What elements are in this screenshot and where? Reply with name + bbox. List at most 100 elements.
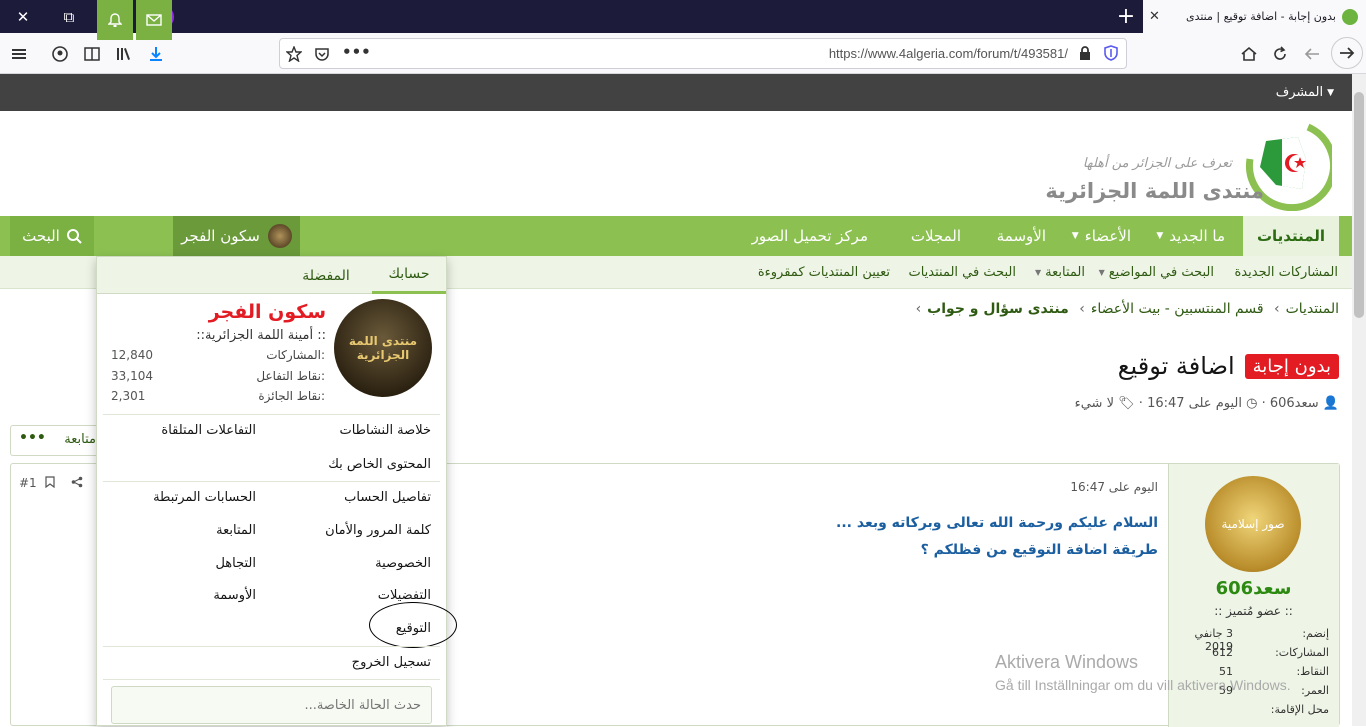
detail-key: محل الإقامة:	[1270, 703, 1329, 716]
account-username[interactable]: سكون الفجر	[209, 301, 326, 323]
stat-value: 33,104	[111, 369, 153, 383]
new-tab-button[interactable]: +	[1112, 0, 1140, 33]
url-bar[interactable]: ••• https://www.4algeria.com/forum/t/493…	[279, 38, 1127, 69]
bookmark-star-icon[interactable]	[285, 45, 303, 66]
menu-item-password-security[interactable]: كلمة المرور والأمان	[325, 523, 431, 538]
search-button[interactable]: البحث	[10, 216, 94, 256]
menu-item-preferences[interactable]: التفضيلات	[378, 588, 431, 603]
post-username[interactable]: سعد606	[1168, 578, 1339, 599]
nav-medals[interactable]: الأوسمة	[997, 216, 1046, 256]
menu-icon[interactable]	[3, 33, 35, 74]
menu-item-privacy[interactable]: الخصوصية	[375, 556, 431, 571]
thread-title-row: بدون إجابة اضافة توقيع	[1118, 352, 1339, 380]
page-title: اضافة توقيع	[1117, 352, 1235, 380]
subnav-watched[interactable]: المتابعة ▼	[1035, 256, 1085, 289]
breadcrumb-members-section[interactable]: قسم المنتسبين - بيت الأعضاء	[1091, 301, 1264, 317]
avatar	[267, 224, 292, 248]
stat-label: المشاركات:	[266, 348, 325, 362]
browser-tab[interactable]: بدون إجابة - اضافة توقيع | منتدى ✕	[1143, 0, 1366, 33]
caret-down-icon: ▼	[1035, 268, 1042, 277]
search-label: البحث	[22, 227, 60, 245]
nav-forums[interactable]: المنتديات	[1243, 216, 1339, 256]
nav-image-center[interactable]: مركز تحميل الصور	[752, 216, 868, 256]
menu-item-ignoring[interactable]: التجاهل	[215, 556, 256, 571]
logo-text: منتدى اللمة الجزائرية	[1045, 179, 1264, 203]
url-text[interactable]: https://www.4algeria.com/forum/t/493581/	[829, 39, 1068, 68]
chevron-left-icon: ›	[1274, 301, 1280, 317]
post-date[interactable]: اليوم على 16:47	[1070, 480, 1158, 494]
breadcrumb-qa-forum[interactable]: منتدى سؤال و جواب	[927, 301, 1069, 317]
account-icon[interactable]	[44, 33, 76, 74]
chevron-left-icon: ›	[1079, 301, 1085, 317]
scrollbar-thumb[interactable]	[1354, 92, 1364, 318]
stat-label: نقاط الجائزة:	[258, 389, 325, 403]
detail-key: العمر:	[1301, 684, 1329, 697]
tab-close-button[interactable]: ✕	[1149, 0, 1160, 33]
subnav-new-posts[interactable]: المشاركات الجديدة	[1235, 256, 1339, 289]
account-stat: نقاط الجائزة: 2,301	[111, 389, 325, 409]
avatar[interactable]: منتدى اللمة الجزائرية	[334, 299, 432, 397]
back-arrow-icon[interactable]	[1331, 37, 1363, 69]
menu-item-your-content[interactable]: المحتوى الخاص بك	[328, 457, 431, 472]
page-actions-icon[interactable]: •••	[342, 43, 371, 61]
subnav-search-forums[interactable]: البحث في المنتديات	[908, 256, 1016, 289]
stat-value: 2,301	[111, 389, 146, 403]
staff-bar: المشرف ▼	[0, 74, 1352, 111]
avatar-caption: منتدى اللمة الجزائرية	[348, 334, 418, 362]
nav-members-label: الأعضاء	[1084, 227, 1131, 245]
share-icon[interactable]	[71, 476, 83, 491]
user-menu-button[interactable]: سكون الفجر	[173, 216, 300, 256]
detail-key: المشاركات:	[1275, 646, 1329, 659]
forward-arrow-icon[interactable]	[1296, 33, 1328, 74]
tab-account[interactable]: حسابك	[372, 257, 446, 294]
windows-activation-text: Gå till Inställningar om du vill aktiver…	[995, 677, 1291, 693]
account-stat: المشاركات: 12,840	[111, 348, 325, 368]
nav-members[interactable]: الأعضاء ▼	[1072, 216, 1131, 256]
more-options-icon[interactable]: •••	[19, 430, 46, 446]
follow-button[interactable]: ••• متابعة	[10, 425, 105, 456]
window-restore-button[interactable]: ⧉	[46, 0, 92, 33]
tracking-protection-shield-icon[interactable]	[1104, 45, 1118, 65]
detail-value: 612	[1212, 646, 1233, 659]
alerts-button[interactable]	[97, 0, 133, 40]
conversations-button[interactable]	[136, 0, 172, 40]
subnav-mark-read[interactable]: تعيين المنتديات كمقروءة	[758, 256, 890, 289]
menu-item-account-details[interactable]: تفاصيل الحساب	[344, 490, 431, 505]
user-detail-row: إنضم: 3 جانفي 2019	[1179, 627, 1329, 653]
bookmark-icon[interactable]	[45, 476, 55, 491]
menu-item-logout[interactable]: تسجيل الخروج	[352, 655, 431, 670]
menu-item-connected-accounts[interactable]: الحسابات المرتبطة	[153, 490, 256, 505]
status-update-input[interactable]	[111, 686, 432, 724]
menu-item-following[interactable]: المتابعة	[216, 523, 256, 538]
lock-icon[interactable]	[1078, 45, 1092, 65]
reload-icon[interactable]	[1264, 33, 1296, 74]
divider	[103, 481, 440, 482]
staff-menu-button[interactable]: المشرف ▼	[1276, 74, 1334, 111]
stat-value: 12,840	[111, 348, 153, 362]
window-close-button[interactable]: ✕	[0, 0, 46, 33]
annotation-circle	[369, 602, 457, 648]
thread-meta: 👤 سعد606 · ◷ اليوم على 16:47 · 🏷 لا شيء	[1074, 396, 1339, 411]
nav-whats-new[interactable]: ما الجديد ▼	[1156, 216, 1225, 256]
subnav-search-threads[interactable]: البحث في المواضيع ▼	[1099, 256, 1214, 289]
thread-author[interactable]: سعد606	[1270, 396, 1319, 411]
menu-item-reactions-received[interactable]: التفاعلات المتلقاة	[161, 423, 256, 438]
caret-down-icon: ▼	[1098, 268, 1105, 277]
detail-key: إنضم:	[1302, 627, 1329, 640]
subnav-search-threads-label: البحث في المواضيع	[1108, 265, 1214, 280]
nav-magazines[interactable]: المجلات	[911, 216, 961, 256]
logo-tagline: تعرف على الجزائر من أهلها	[1082, 156, 1232, 171]
home-icon[interactable]	[1233, 33, 1265, 74]
breadcrumb-forums[interactable]: المنتديات	[1286, 301, 1339, 317]
caret-down-icon: ▼	[1071, 231, 1079, 241]
tab-bookmarks[interactable]: المفضلة	[287, 257, 365, 294]
menu-item-activity-summary[interactable]: خلاصة النشاطات	[339, 423, 431, 438]
post-user-rank: :: عضو مُتميز ::	[1214, 604, 1293, 618]
windows-activation-title: Aktivera Windows	[995, 652, 1139, 672]
post-text-line: طريقة اضافة التوقيع من فظلكم ؟	[920, 542, 1158, 558]
menu-item-medals[interactable]: الأوسمة	[213, 588, 256, 603]
post-number[interactable]: #1	[19, 476, 37, 490]
follow-label: متابعة	[64, 432, 96, 447]
avatar[interactable]: صور إسلامية	[1205, 476, 1301, 572]
pocket-icon[interactable]	[314, 46, 330, 66]
